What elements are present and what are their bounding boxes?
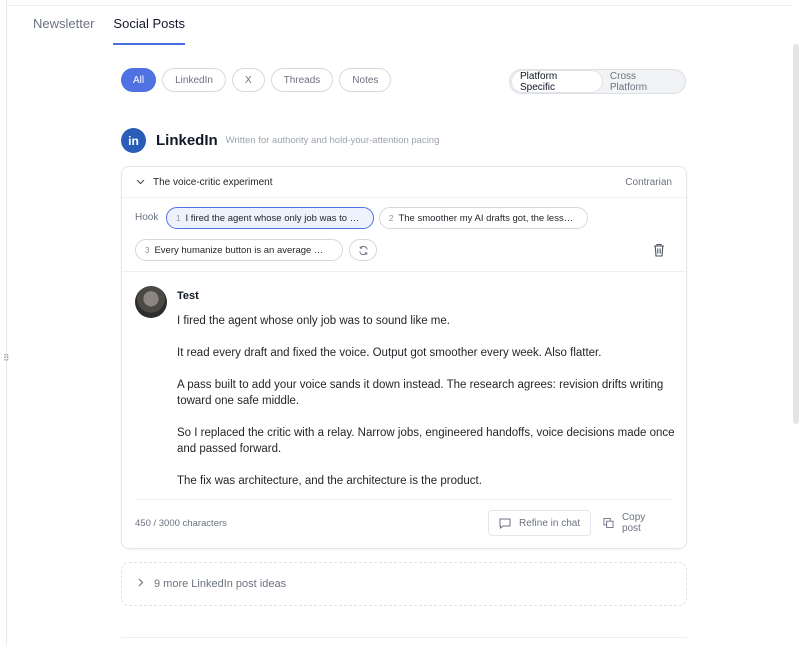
post-paragraph: A pass built to add your voice sands it … — [177, 379, 664, 407]
copy-post-button[interactable]: Copy post — [593, 510, 673, 536]
chat-icon — [499, 518, 511, 529]
hook-text: The smoother my AI drafts got, the less… — [398, 212, 574, 224]
avatar — [135, 286, 167, 318]
view-toggle: Platform Specific Cross Platform — [509, 69, 686, 94]
copy-label: Copy post — [621, 512, 646, 534]
trash-icon[interactable] — [652, 242, 666, 258]
refresh-icon — [358, 245, 368, 255]
regenerate-hooks-button[interactable] — [349, 239, 377, 261]
post-paragraph: The fix was architecture, and the archit… — [177, 475, 482, 487]
post-preview: Test I fired the agent whose only job wa… — [122, 272, 686, 487]
hook-text: I fired the agent whose only job was to … — [185, 212, 360, 224]
filter-all[interactable]: All — [121, 68, 157, 92]
tab-social-posts[interactable]: Social Posts — [113, 16, 185, 45]
hook-text: Every humanize button is an average … — [154, 244, 324, 256]
card-title: The voice-critic experiment — [153, 176, 273, 188]
filter-notes[interactable]: Notes — [339, 68, 392, 92]
hook-number: 1 — [176, 213, 181, 223]
hook-option-2[interactable]: 2 The smoother my AI drafts got, the les… — [379, 207, 588, 229]
refine-label: Refine in chat — [519, 517, 581, 529]
filter-threads[interactable]: Threads — [270, 68, 334, 92]
hook-selector: Hook 1 I fired the agent whose only job … — [122, 198, 686, 272]
post-body: I fired the agent whose only job was to … — [177, 313, 677, 505]
post-card: The voice-critic experiment Contrarian H… — [121, 166, 687, 549]
platform-filters: All LinkedIn X Threads Notes — [121, 68, 392, 92]
more-ideas-toggle[interactable]: 9 more LinkedIn post ideas — [121, 562, 687, 606]
character-count: 450 / 3000 characters — [135, 518, 227, 529]
post-paragraph: It read every draft and fixed the voice.… — [177, 347, 602, 359]
angle-tag: Contrarian — [625, 176, 672, 188]
chevron-right-icon — [138, 578, 144, 590]
filter-x[interactable]: X — [231, 68, 265, 92]
refine-in-chat-button[interactable]: Refine in chat — [488, 510, 592, 536]
scrollbar-thumb[interactable] — [793, 44, 799, 424]
chevron-down-icon[interactable] — [136, 177, 145, 188]
section-divider — [121, 637, 687, 638]
platform-name: LinkedIn — [156, 132, 218, 149]
card-header[interactable]: The voice-critic experiment Contrarian — [122, 167, 686, 198]
view-platform-specific[interactable]: Platform Specific — [512, 71, 602, 93]
post-paragraph: I fired the agent whose only job was to … — [177, 315, 450, 327]
filter-linkedin[interactable]: LinkedIn — [162, 68, 226, 92]
hook-option-3[interactable]: 3 Every humanize button is an average … — [135, 239, 343, 261]
hook-number: 2 — [389, 213, 394, 223]
linkedin-logo-icon: in — [121, 128, 146, 153]
hook-option-1[interactable]: 1 I fired the agent whose only job was t… — [166, 207, 374, 229]
tab-newsletter[interactable]: Newsletter — [33, 16, 94, 45]
author-name: Test — [177, 290, 199, 302]
panel-left-edge — [6, 0, 7, 645]
more-ideas-label: 9 more LinkedIn post ideas — [154, 578, 287, 590]
platform-header: in LinkedIn Written for authority and ho… — [121, 128, 439, 153]
platform-description: Written for authority and hold-your-atte… — [225, 135, 440, 146]
top-divider — [6, 0, 792, 6]
scrollbar[interactable] — [792, 0, 800, 645]
hook-label: Hook — [135, 212, 159, 223]
hook-number: 3 — [145, 245, 150, 255]
page-tabs: Newsletter Social Posts — [33, 16, 185, 45]
view-cross-platform[interactable]: Cross Platform — [602, 71, 683, 93]
post-paragraph: So I replaced the critic with a relay. N… — [177, 427, 675, 455]
copy-icon — [603, 517, 614, 529]
card-footer: 450 / 3000 characters Refine in chat Cop… — [135, 499, 673, 536]
drag-handle-icon[interactable]: ⠿ — [3, 354, 10, 363]
